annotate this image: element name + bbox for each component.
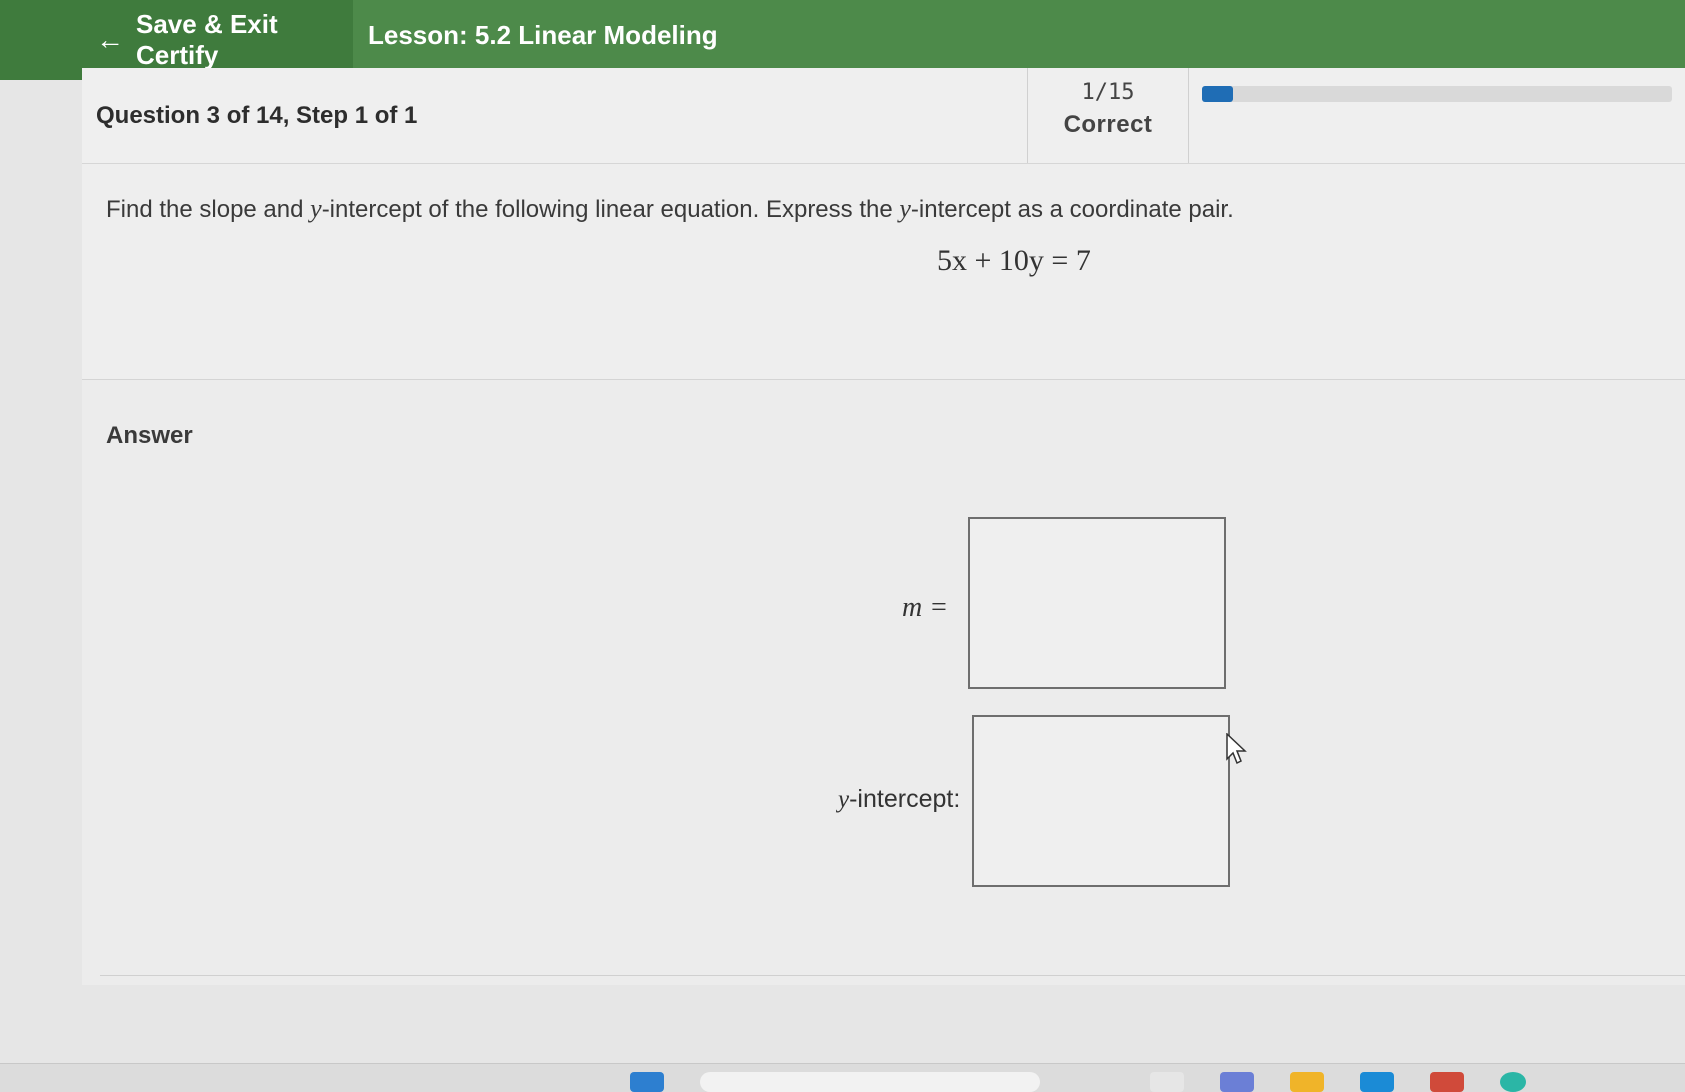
- store-icon[interactable]: [1430, 1072, 1464, 1092]
- y-intercept-input[interactable]: [972, 715, 1230, 887]
- score-fraction: 1/15: [1081, 80, 1135, 105]
- edge-browser-icon[interactable]: [1500, 1072, 1526, 1092]
- arrow-left-icon: ←: [96, 24, 124, 55]
- answer-label: Answer: [106, 422, 193, 449]
- lesson-title: Lesson: 5.2 Linear Modeling: [368, 19, 718, 50]
- taskbar-search-icon[interactable]: [700, 1072, 1040, 1092]
- score-box: 1/15 Correct: [1027, 68, 1189, 163]
- task-view-icon[interactable]: [1150, 1072, 1184, 1092]
- question-text-var: y: [310, 194, 322, 223]
- mouse-pointer-icon: [1226, 733, 1247, 765]
- slope-input[interactable]: [968, 517, 1226, 689]
- file-explorer-icon[interactable]: [1290, 1072, 1324, 1092]
- question-header: Question 3 of 14, Step 1 of 1 1/15 Corre…: [82, 68, 1685, 164]
- answer-area: Answer m = y-intercept:: [82, 380, 1685, 985]
- save-exit-label: Save & Exit Certify: [136, 9, 278, 70]
- windows-start-icon[interactable]: [630, 1072, 664, 1092]
- slope-label: m =: [902, 592, 949, 623]
- teams-icon[interactable]: [1220, 1072, 1254, 1092]
- y-intercept-label-text: -intercept:: [849, 785, 961, 813]
- question-text: Find the slope and y-intercept of the fo…: [106, 194, 1234, 224]
- y-intercept-label: y-intercept:: [838, 785, 960, 814]
- question-body: Find the slope and y-intercept of the fo…: [82, 164, 1685, 380]
- question-step: Question 3 of 14, Step 1 of 1: [96, 102, 418, 129]
- question-text-part: -intercept as a coordinate pair.: [910, 196, 1234, 223]
- question-text-var: y: [899, 194, 911, 223]
- divider: [100, 975, 1685, 976]
- equation: 5x + 10y = 7: [937, 244, 1091, 277]
- taskbar: [0, 1063, 1685, 1092]
- top-bar-left-strip: [0, 0, 78, 80]
- question-text-part: Find the slope and: [106, 196, 311, 223]
- progress-bar: [1202, 86, 1672, 102]
- y-intercept-label-var: y: [838, 786, 850, 813]
- question-text-part: -intercept of the following linear equat…: [321, 196, 900, 223]
- app-icon[interactable]: [1360, 1072, 1394, 1092]
- progress-fill: [1202, 86, 1234, 102]
- score-label: Correct: [1063, 111, 1153, 138]
